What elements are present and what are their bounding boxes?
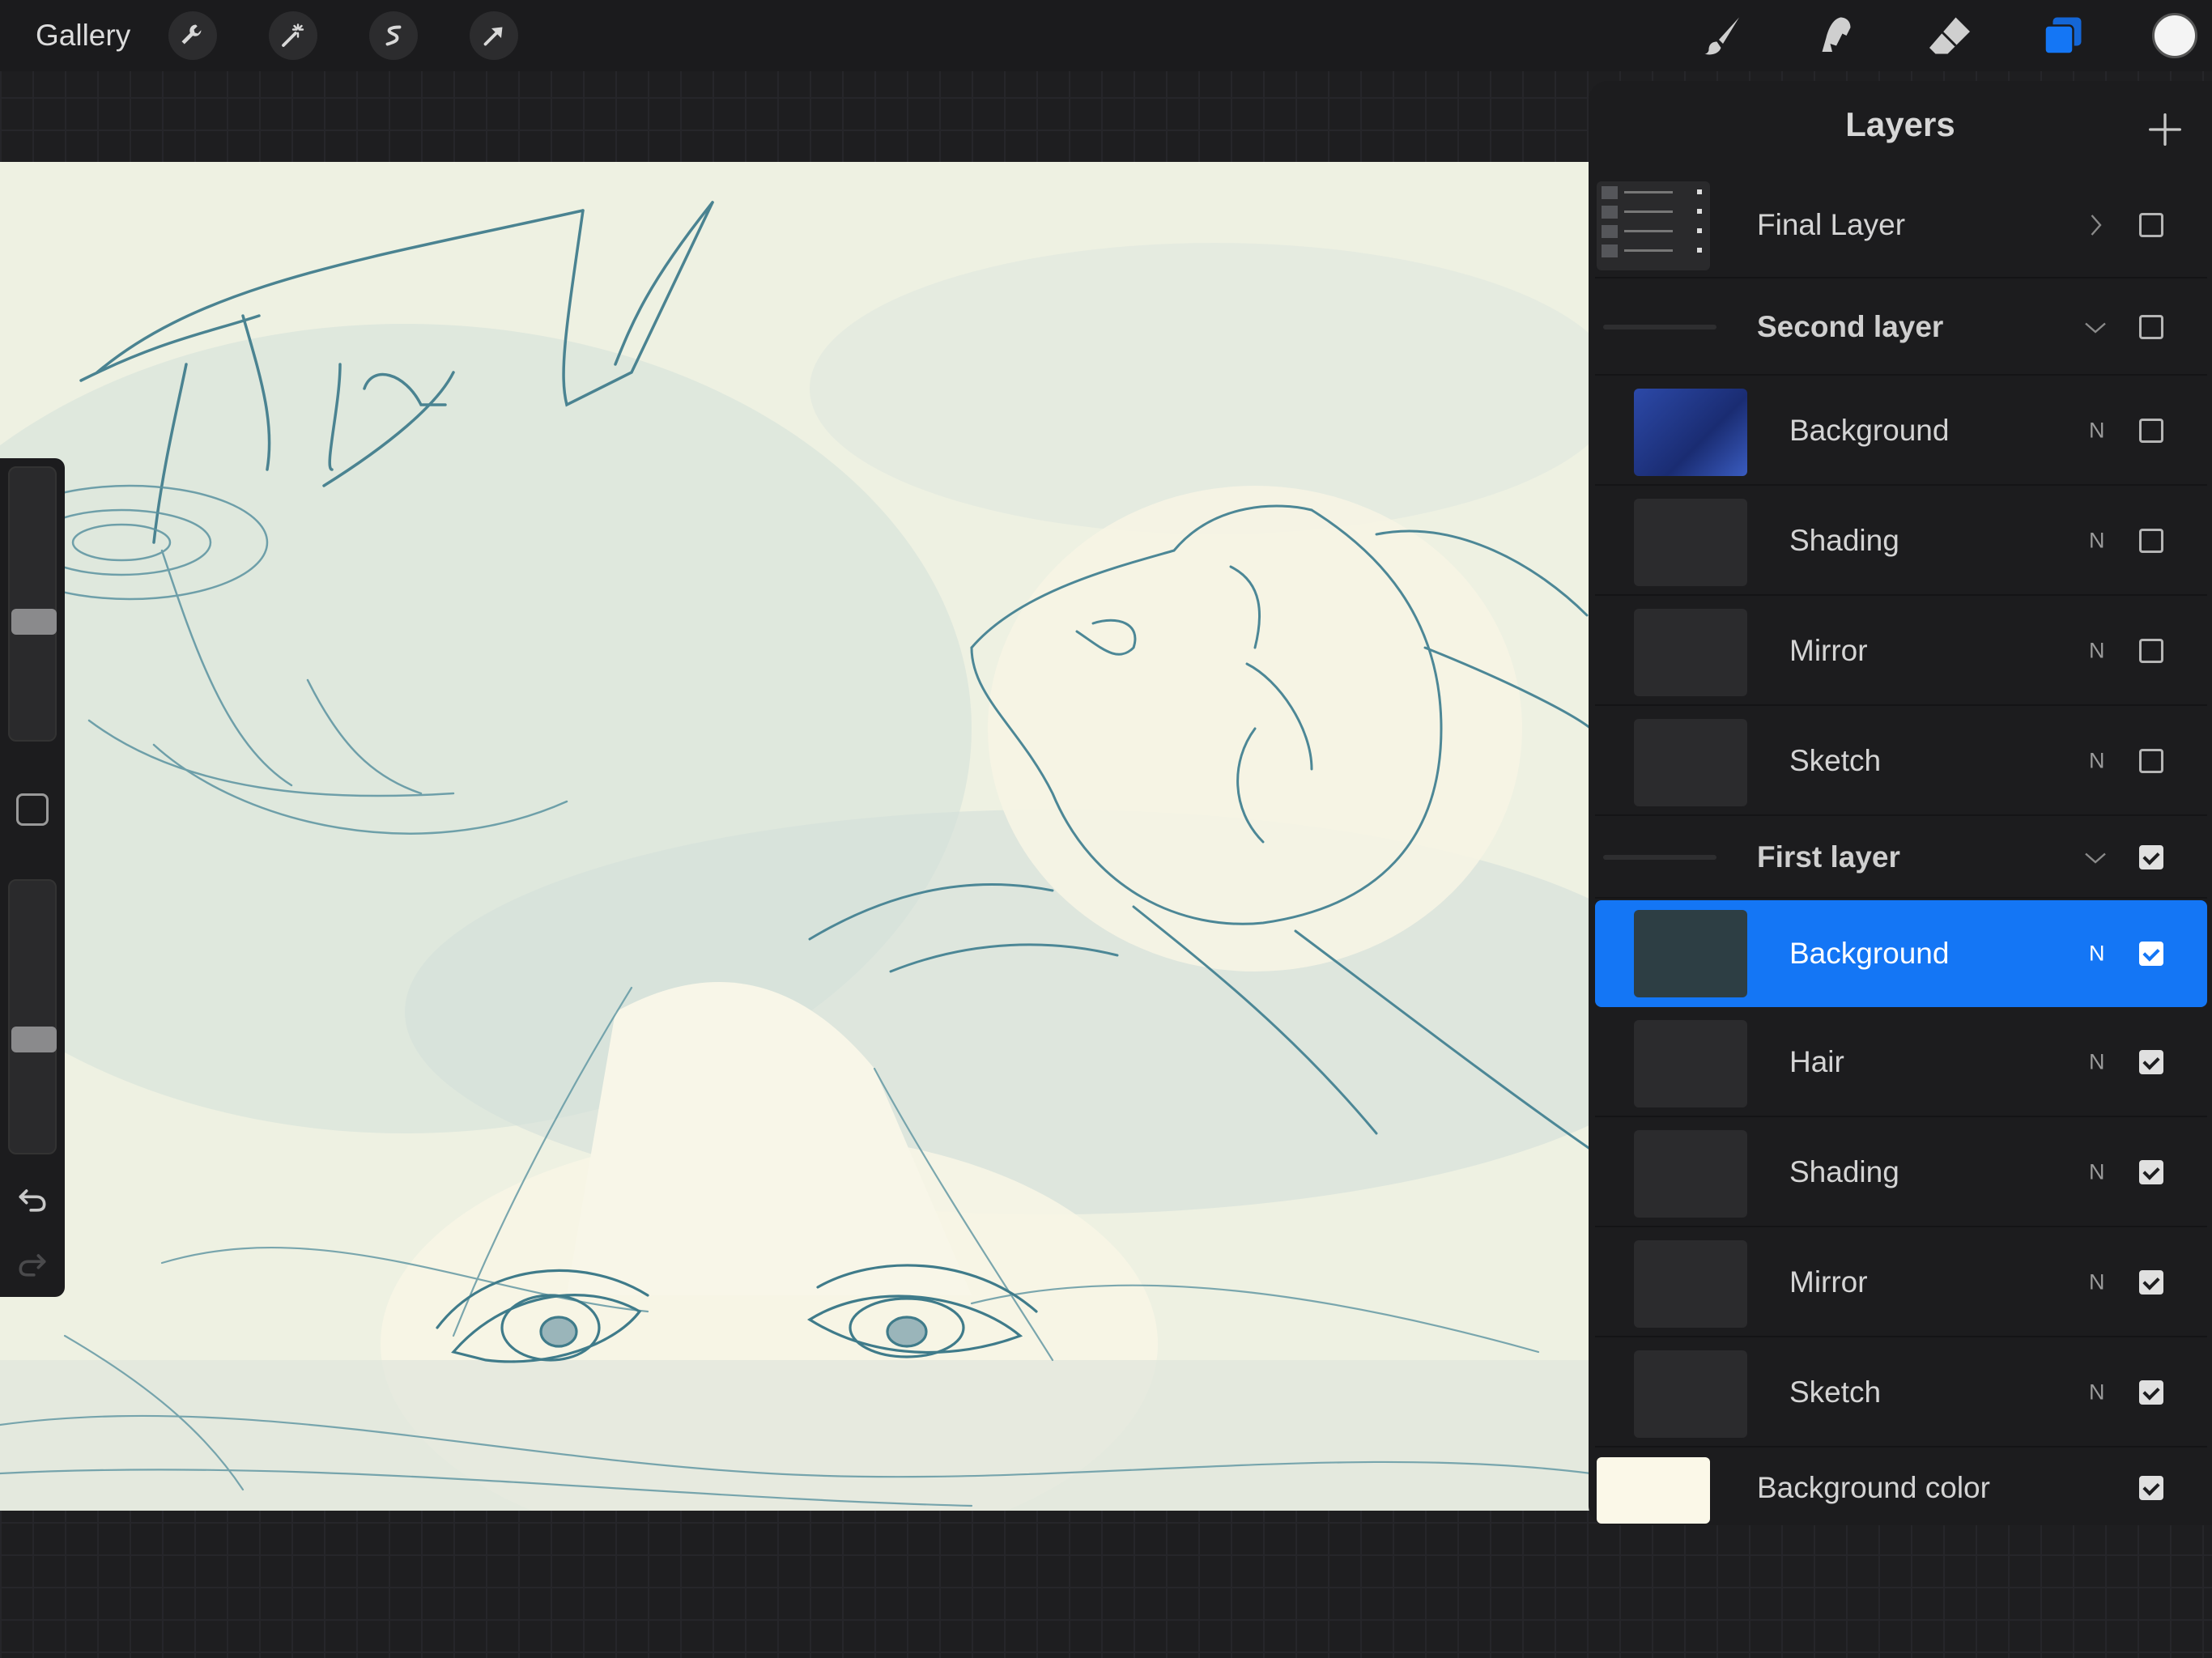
layer-row-background-selected[interactable]: Background N [1595,900,2207,1007]
layers-panel-title: Layers [1845,105,1955,143]
layer-name: Shading [1789,524,1899,557]
layer-row-background[interactable]: Background N [1595,377,2207,486]
layer-thumbnail [1634,1350,1747,1438]
layers-tool-button[interactable] [2035,8,2091,63]
layer-name: Background color [1757,1471,1990,1504]
layer-name: Final Layer [1757,208,1906,241]
layer-row-shading[interactable]: Shading N [1595,487,2207,596]
layer-thumbnail [1597,181,1710,270]
layer-name: Sketch [1789,1375,1882,1409]
left-sidebar [0,458,65,1297]
eraser-icon [1929,17,1970,54]
layer-visibility-checkbox[interactable] [2139,419,2163,443]
layer-thumbnail [1634,1020,1747,1107]
layer-row-sketch[interactable]: Sketch N [1595,1339,2207,1448]
layer-row-final-layer[interactable]: Final Layer [1595,173,2207,278]
layer-row-sketch[interactable]: Sketch N [1595,708,2207,816]
layer-thumbnail [1634,1240,1747,1328]
add-layer-icon[interactable] [2147,112,2183,147]
opacity-thumb[interactable] [11,1027,57,1052]
layer-name: Mirror [1789,634,1868,667]
opacity-slider[interactable] [8,879,57,1154]
layer-thumbnail [1634,609,1747,696]
sketch-artwork [0,162,1591,1511]
brush-icon [1704,17,1739,55]
smudge-tool-button[interactable] [1809,8,1864,63]
layer-visibility-checkbox[interactable] [2139,1380,2163,1405]
transform-button[interactable] [470,11,518,60]
layer-group-name: Second layer [1757,310,1944,343]
smudge-icon [1822,17,1851,52]
layer-group-second-layer[interactable]: Second layer [1595,280,2207,376]
layer-visibility-checkbox[interactable] [2139,1270,2163,1295]
layer-visibility-checkbox[interactable] [2139,942,2163,966]
chevron-right-icon[interactable] [2081,210,2110,240]
blend-mode[interactable]: N [2089,942,2105,967]
layer-thumbnail [1634,1130,1747,1218]
actions-button[interactable] [168,11,217,60]
layer-name: Background [1789,414,1950,447]
background-color-swatch[interactable] [1597,1457,1710,1524]
layer-visibility-checkbox[interactable] [2139,845,2163,869]
gallery-button[interactable]: Gallery [36,16,130,55]
selection-icon [385,25,402,46]
layer-name: Shading [1789,1155,1899,1188]
layer-name: Hair [1789,1045,1844,1078]
layer-visibility-checkbox[interactable] [2139,315,2163,339]
group-indicator [1603,325,1716,329]
selection-button[interactable] [369,11,418,60]
layer-row-shading[interactable]: Shading N [1595,1119,2207,1227]
redo-icon[interactable] [15,1247,50,1282]
chevron-down-icon[interactable] [2081,312,2110,342]
layer-row-mirror[interactable]: Mirror N [1595,597,2207,706]
layer-visibility-checkbox[interactable] [2139,1050,2163,1074]
blend-mode[interactable]: N [2089,639,2105,664]
transform-arrow-icon [483,27,503,46]
layer-row-hair[interactable]: Hair N [1595,1009,2207,1117]
undo-icon[interactable] [15,1182,50,1218]
adjustments-button[interactable] [269,11,317,60]
chevron-down-icon[interactable] [2081,843,2110,872]
drawing-canvas[interactable] [0,162,1591,1511]
blend-mode[interactable]: N [2089,1380,2105,1405]
layer-visibility-checkbox[interactable] [2139,749,2163,773]
brush-size-slider[interactable] [8,466,57,742]
layer-thumbnail [1634,389,1747,476]
blend-mode[interactable]: N [2089,1050,2105,1075]
layer-visibility-checkbox[interactable] [2139,529,2163,553]
layer-visibility-checkbox[interactable] [2139,1476,2163,1500]
blend-mode[interactable]: N [2089,1270,2105,1295]
brush-size-thumb[interactable] [11,609,57,635]
layer-visibility-checkbox[interactable] [2139,1160,2163,1184]
layer-group-name: First layer [1757,840,1900,874]
layer-row-mirror[interactable]: Mirror N [1595,1229,2207,1337]
group-preview-icon [1602,186,1702,257]
layer-row-background-color[interactable]: Background color [1595,1449,2207,1527]
eraser-tool-button[interactable] [1922,8,1977,63]
layer-group-first-layer[interactable]: First layer [1595,818,2207,899]
magic-wand-icon [282,23,304,47]
layer-thumbnail [1634,499,1747,586]
modify-button[interactable] [16,793,49,826]
top-toolbar: Gallery [0,0,2212,71]
group-indicator [1603,855,1716,860]
layers-panel: Layers Final Layer Second layer Backgrou… [1589,81,2212,1525]
color-picker-button[interactable] [2152,13,2197,58]
blend-mode[interactable]: N [2089,749,2105,774]
layer-visibility-checkbox[interactable] [2139,639,2163,663]
layer-name: Background [1789,937,1950,970]
layer-thumbnail [1634,910,1747,997]
brush-tool-button[interactable] [1695,8,1750,63]
layer-name: Sketch [1789,744,1882,777]
layers-icon [2044,17,2082,55]
wrench-icon [181,24,202,45]
blend-mode[interactable]: N [2089,529,2105,554]
blend-mode[interactable]: N [2089,419,2105,444]
layer-visibility-checkbox[interactable] [2139,213,2163,237]
blend-mode[interactable]: N [2089,1160,2105,1185]
layer-name: Mirror [1789,1265,1868,1299]
layer-thumbnail [1634,719,1747,806]
